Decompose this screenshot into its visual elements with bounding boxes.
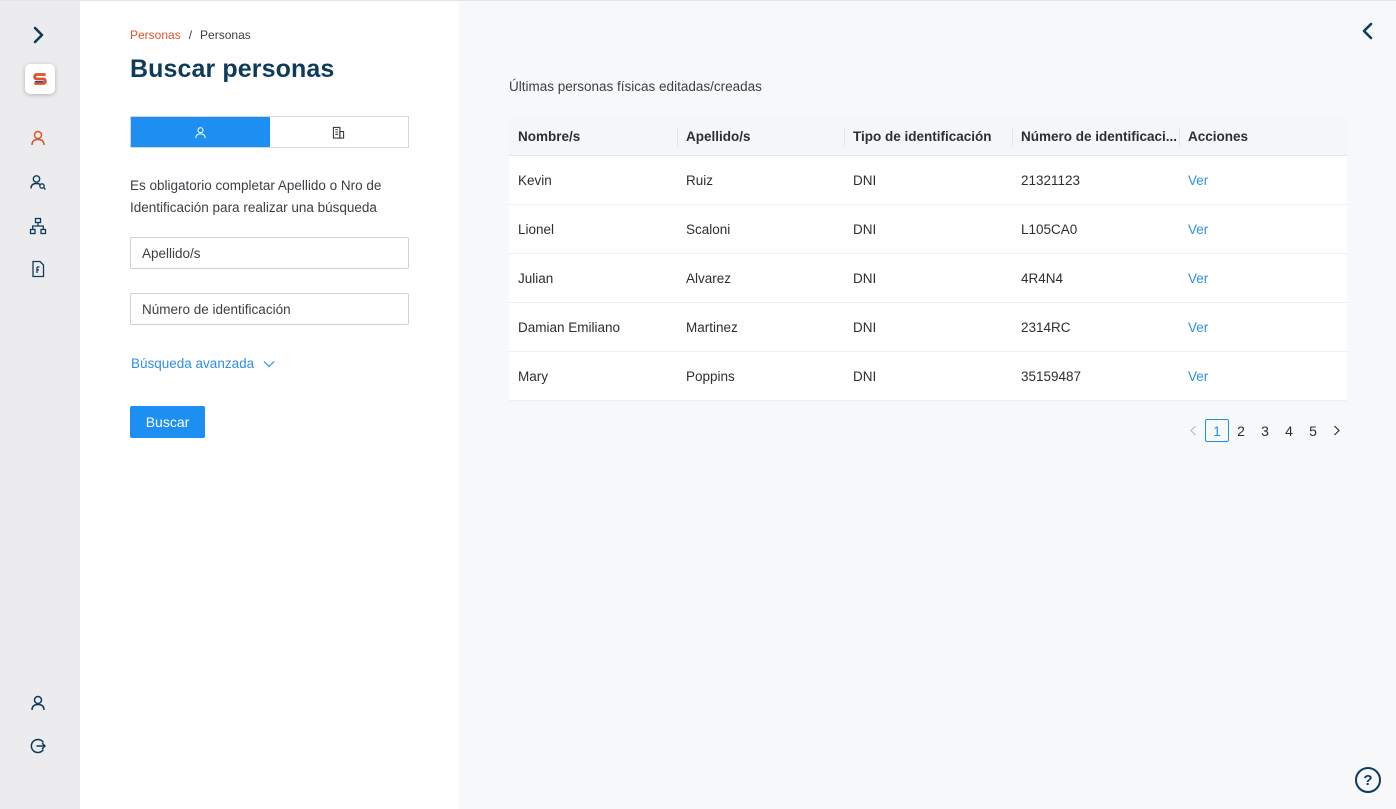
cell-numero: 2314RC [1021, 319, 1071, 335]
cell-apellido: Scaloni [686, 221, 731, 237]
pagination: 1 2 3 4 5 [1181, 419, 1349, 442]
physical-person-tab[interactable] [131, 117, 270, 147]
column-header-numero-identificacion[interactable]: Número de identificaci... [1012, 118, 1179, 155]
advanced-search-toggle[interactable]: Búsqueda avanzada [131, 356, 275, 371]
page-button-1[interactable]: 1 [1205, 419, 1229, 442]
table-row[interactable]: Mary Poppins DNI 35159487 Ver [509, 352, 1347, 401]
page-button-5[interactable]: 5 [1301, 419, 1325, 442]
help-icon[interactable]: ? [1355, 767, 1381, 793]
table-row[interactable]: Julian Alvarez DNI 4R4N4 Ver [509, 254, 1347, 303]
cell-nombre: Julian [518, 270, 554, 286]
breadcrumb-current: Personas [200, 28, 251, 42]
cell-numero: 21321123 [1021, 172, 1081, 188]
numero-identificacion-input[interactable] [130, 293, 409, 325]
table-header: Nombre/s Apellido/s Tipo de identificaci… [509, 118, 1347, 156]
chevron-right-icon[interactable] [24, 21, 52, 49]
cell-tipo: DNI [853, 368, 877, 384]
person-type-toggle [130, 116, 409, 148]
column-header-apellido[interactable]: Apellido/s [677, 118, 844, 155]
cell-tipo: DNI [853, 221, 877, 237]
cell-nombre: Mary [518, 368, 548, 384]
view-link[interactable]: Ver [1179, 271, 1347, 286]
table-row[interactable]: Lionel Scaloni DNI L105CA0 Ver [509, 205, 1347, 254]
next-page-icon[interactable] [1325, 419, 1349, 442]
cell-nombre: Lionel [518, 221, 555, 237]
legal-entity-tab[interactable] [270, 117, 409, 147]
advanced-search-label: Búsqueda avanzada [131, 356, 255, 371]
logout-icon[interactable] [24, 732, 52, 760]
breadcrumb: Personas / Personas [130, 28, 251, 42]
column-header-nombre[interactable]: Nombre/s [509, 118, 677, 155]
org-chart-icon[interactable] [24, 212, 52, 240]
prev-page-icon[interactable] [1181, 419, 1205, 442]
cell-apellido: Alvarez [686, 270, 732, 286]
page-title: Buscar personas [130, 55, 335, 83]
cell-apellido: Ruiz [686, 172, 714, 188]
chevron-down-icon [263, 360, 275, 367]
person-icon [195, 126, 206, 138]
required-fields-hint: Es obligatorio completar Apellido o Nro … [130, 178, 382, 215]
cell-nombre: Damian Emiliano [518, 319, 621, 335]
page-button-3[interactable]: 3 [1253, 419, 1277, 442]
view-link[interactable]: Ver [1179, 222, 1347, 237]
page-button-2[interactable]: 2 [1229, 419, 1253, 442]
sidebar [0, 0, 80, 809]
column-header-tipo-identificacion[interactable]: Tipo de identificación [844, 118, 1012, 155]
person-icon[interactable] [24, 124, 52, 152]
view-link[interactable]: Ver [1179, 320, 1347, 335]
app-logo[interactable] [25, 64, 55, 94]
table-row[interactable]: Kevin Ruiz DNI 21321123 Ver [509, 156, 1347, 205]
document-icon[interactable] [24, 255, 52, 283]
breadcrumb-link-personas[interactable]: Personas [130, 28, 181, 42]
cell-tipo: DNI [853, 319, 877, 335]
cell-tipo: DNI [853, 172, 877, 188]
column-header-acciones: Acciones [1179, 118, 1347, 155]
apellido-input[interactable] [130, 237, 409, 269]
recent-persons-title: Últimas personas físicas editadas/creada… [509, 79, 762, 94]
logo-icon [33, 73, 47, 85]
table-row[interactable]: Damian Emiliano Martinez DNI 2314RC Ver [509, 303, 1347, 352]
search-panel: Personas / Personas Buscar personas Es obl… [80, 1, 459, 809]
cell-apellido: Martinez [686, 319, 738, 335]
building-icon [333, 126, 345, 139]
cell-tipo: DNI [853, 270, 877, 286]
view-link[interactable]: Ver [1179, 369, 1347, 384]
cell-apellido: Poppins [686, 368, 735, 384]
recent-persons-table: Nombre/s Apellido/s Tipo de identificaci… [509, 118, 1347, 401]
cell-numero: 35159487 [1021, 368, 1082, 384]
page-button-4[interactable]: 4 [1277, 419, 1301, 442]
view-link[interactable]: Ver [1179, 173, 1347, 188]
search-button[interactable]: Buscar [130, 406, 205, 438]
cell-numero: 4R4N4 [1021, 270, 1064, 286]
cell-numero: L105CA0 [1021, 221, 1078, 237]
breadcrumb-separator: / [188, 28, 193, 42]
user-profile-icon[interactable] [24, 689, 52, 717]
chevron-left-icon[interactable] [1356, 20, 1378, 42]
cell-nombre: Kevin [518, 172, 552, 188]
people-search-icon[interactable] [24, 168, 52, 196]
